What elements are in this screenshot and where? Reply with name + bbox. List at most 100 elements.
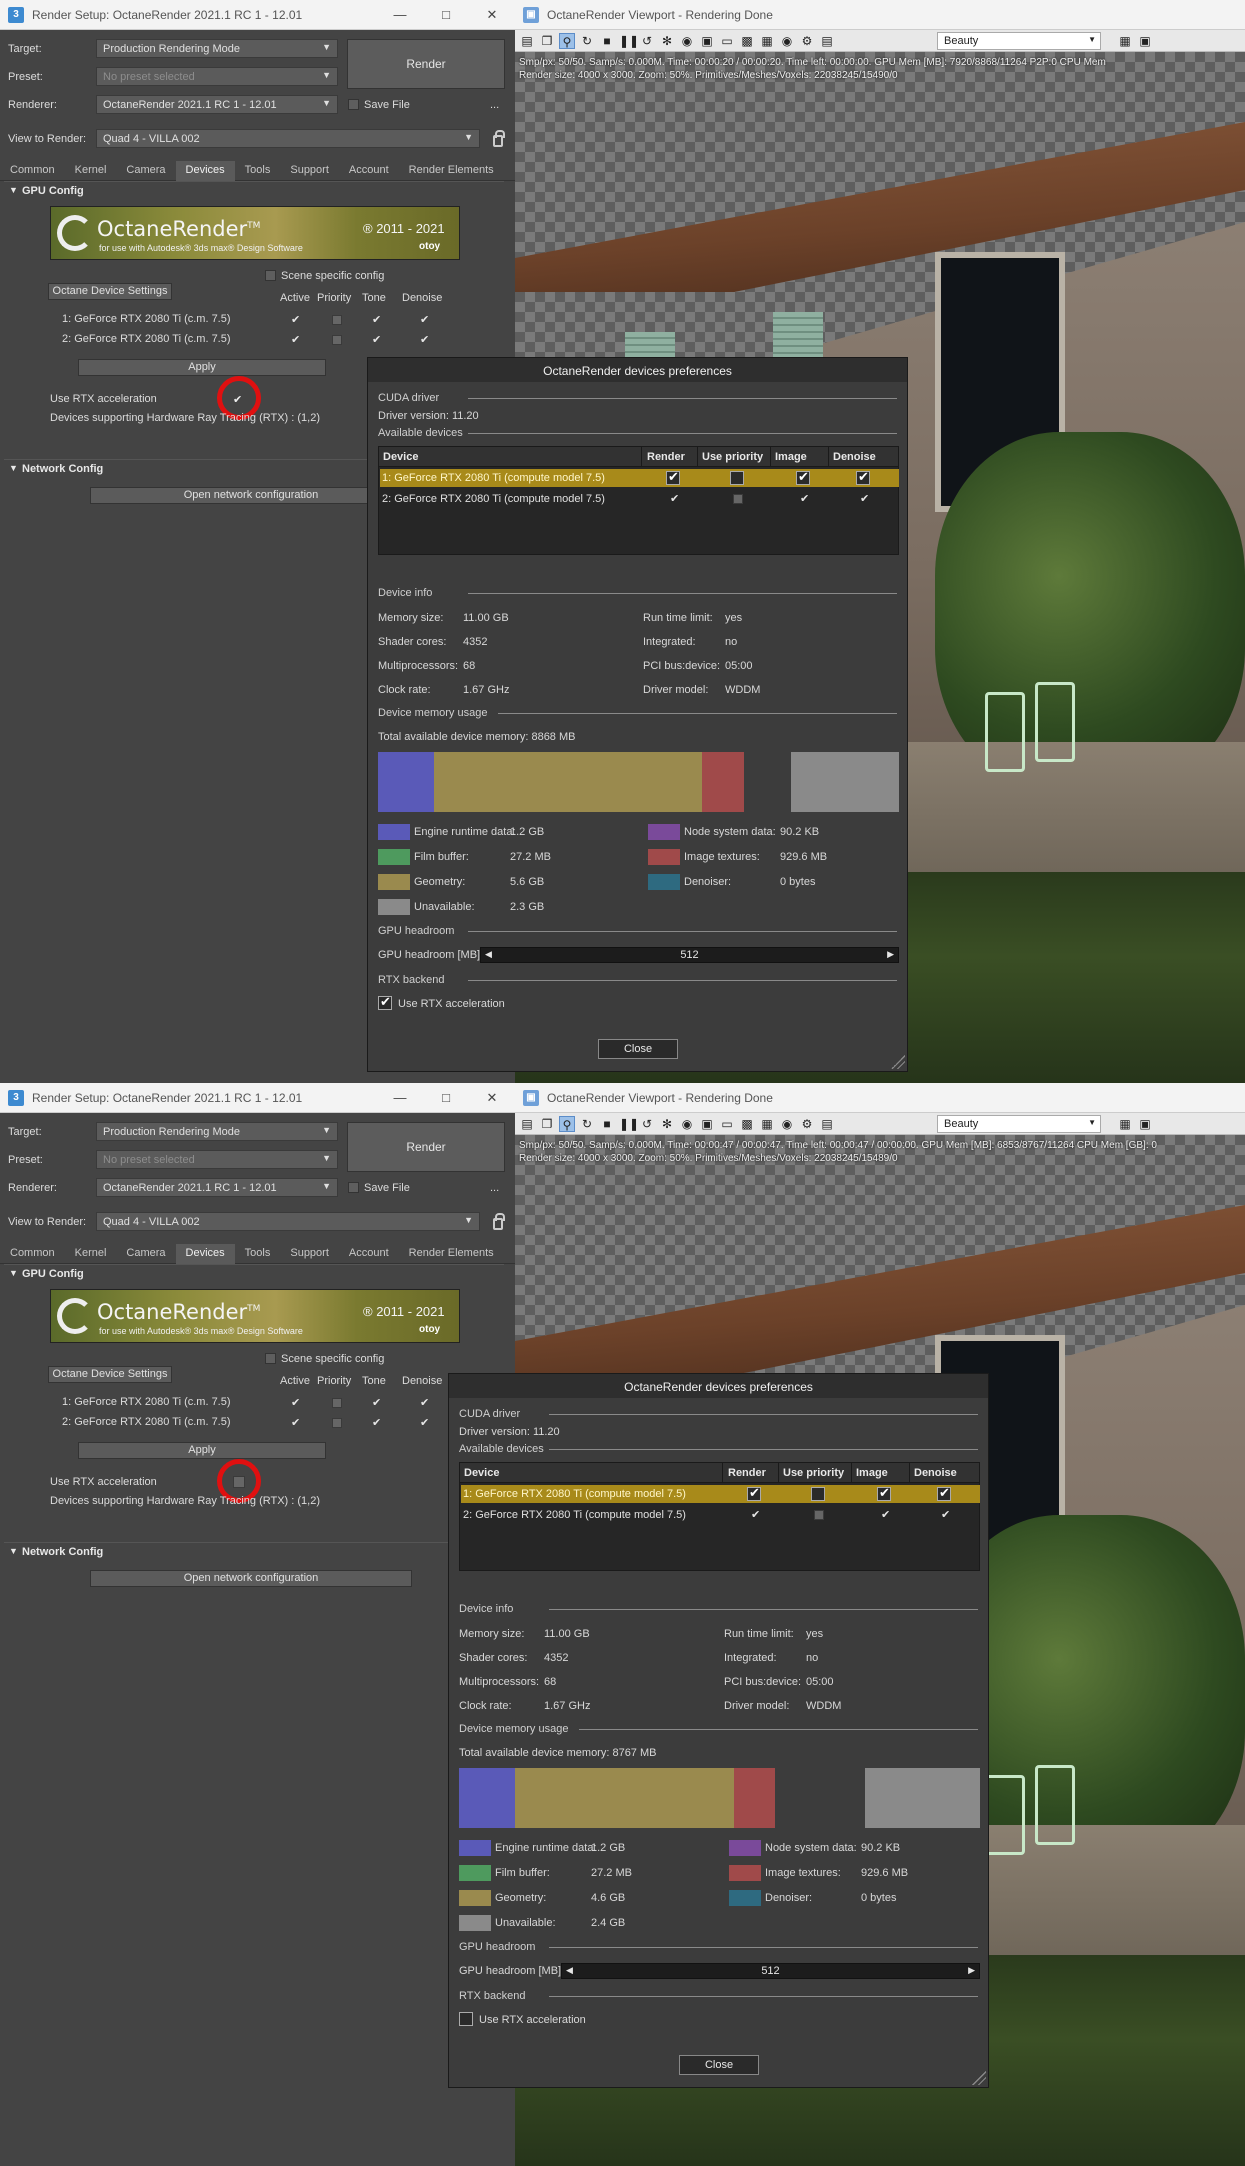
device-1-active-checkbox[interactable]: ✔ [291,1396,300,1409]
render-pass-dropdown[interactable]: Beauty ▼ [937,1115,1101,1133]
tab-kernel[interactable]: Kernel [65,161,117,181]
device-2-priority-checkbox[interactable] [332,335,342,345]
preset-dropdown[interactable]: No preset selected ▼ [96,1150,338,1169]
tab-render-elements[interactable]: Render Elements [399,161,504,181]
device-2-active-checkbox[interactable]: ✔ [291,333,300,346]
focus-icon[interactable]: ✻ [659,33,675,49]
device-row-selected[interactable]: 1: GeForce RTX 2080 Ti (compute model 7.… [461,1485,980,1503]
octane-device-settings-button[interactable]: Octane Device Settings [48,1366,172,1383]
tab-devices[interactable]: Devices [175,1244,235,1264]
renderer-dropdown[interactable]: OctaneRender 2021.1 RC 1 - 12.01 ▼ [96,95,338,114]
device-2-priority-checkbox[interactable] [733,494,743,504]
stop-icon[interactable]: ■ [599,33,615,49]
left-arrow-icon[interactable]: ◀ [566,1965,573,1976]
renderer-dropdown[interactable]: OctaneRender 2021.1 RC 1 - 12.01 ▼ [96,1178,338,1197]
zoom-icon[interactable]: ⚲ [559,33,575,49]
minimize-icon[interactable]: — [377,1090,423,1105]
grid-icon[interactable]: ▦ [759,33,775,49]
apply-button[interactable]: Apply [78,359,326,376]
dialog-use-rtx-checkbox[interactable] [378,994,392,1010]
device-2-denoise-checkbox[interactable]: ✔ [941,1508,950,1521]
device-2-render-checkbox[interactable]: ✔ [751,1508,760,1521]
device-1-denoise-checkbox[interactable]: ✔ [420,1396,429,1409]
device-1-priority-checkbox[interactable] [332,1398,342,1408]
save-icon[interactable]: ▤ [519,1116,535,1132]
tab-account[interactable]: Account [339,1244,399,1264]
gpu-headroom-slider[interactable]: ◀ 512 ▶ [480,947,899,963]
stop-icon[interactable]: ■ [599,1116,615,1132]
target-dropdown[interactable]: Production Rendering Mode ▼ [96,1122,338,1141]
device-1-denoise-checkbox[interactable] [856,469,870,485]
left-arrow-icon[interactable]: ◀ [485,949,492,960]
tab-tools[interactable]: Tools [235,1244,281,1264]
settings-icon[interactable]: ⚙ [799,33,815,49]
layers-icon[interactable]: ▦ [1117,33,1133,49]
open-network-configuration-button[interactable]: Open network configuration [90,1570,412,1587]
device-1-image-checkbox[interactable] [877,1485,891,1501]
lock-view-icon[interactable]: ▩ [739,1116,755,1132]
tab-camera[interactable]: Camera [116,1244,175,1264]
zoom-icon[interactable]: ⚲ [559,1116,575,1132]
tab-common[interactable]: Common [0,161,65,181]
tab-kernel[interactable]: Kernel [65,1244,117,1264]
device-2-priority-checkbox[interactable] [814,1510,824,1520]
tab-render-elements[interactable]: Render Elements [399,1244,504,1264]
octane-device-settings-button[interactable]: Octane Device Settings [48,283,172,300]
device-2-tone-checkbox[interactable]: ✔ [372,333,381,346]
save-file-checkbox[interactable] [348,99,359,110]
color-picker-icon[interactable]: ◉ [679,1116,695,1132]
restart-icon[interactable]: ↻ [579,1116,595,1132]
tab-devices[interactable]: Devices [175,161,235,181]
close-button[interactable]: Close [679,2055,759,2075]
resize-grip-icon[interactable] [972,2071,986,2085]
device-row[interactable]: 2: GeForce RTX 2080 Ti (compute model 7.… [461,1506,980,1524]
gpu-config-rollout[interactable]: ▼ GPU Config [4,1264,504,1282]
gpu-config-rollout[interactable]: ▼ GPU Config [4,181,504,199]
maximize-icon[interactable]: □ [423,7,469,22]
tab-support[interactable]: Support [280,161,339,181]
lock-view-icon[interactable]: ▩ [739,33,755,49]
close-icon[interactable]: ✕ [469,7,515,23]
device-2-render-checkbox[interactable]: ✔ [670,492,679,505]
tab-tools[interactable]: Tools [235,161,281,181]
right-arrow-icon[interactable]: ▶ [887,949,894,960]
grid-icon[interactable]: ▦ [759,1116,775,1132]
dialog-use-rtx-checkbox[interactable] [459,2012,473,2026]
device-row-selected[interactable]: 1: GeForce RTX 2080 Ti (compute model 7.… [380,469,899,487]
fit-icon[interactable]: ▣ [1137,33,1153,49]
open-network-configuration-button[interactable]: Open network configuration [90,487,412,504]
resize-grip-icon[interactable] [891,1055,905,1069]
camera-icon[interactable]: ◉ [779,33,795,49]
refresh-icon[interactable]: ↺ [639,1116,655,1132]
device-2-active-checkbox[interactable]: ✔ [291,1416,300,1429]
device-2-denoise-checkbox[interactable]: ✔ [420,333,429,346]
right-arrow-icon[interactable]: ▶ [968,1965,975,1976]
preset-dropdown[interactable]: No preset selected ▼ [96,67,338,86]
device-row[interactable]: 2: GeForce RTX 2080 Ti (compute model 7.… [380,490,899,508]
close-button[interactable]: Close [598,1039,678,1059]
render-button[interactable]: Render [347,39,505,89]
scene-specific-checkbox[interactable] [265,1353,276,1364]
copy-icon[interactable]: ❐ [539,33,555,49]
device-2-tone-checkbox[interactable]: ✔ [372,1416,381,1429]
channels-icon[interactable]: ▤ [819,33,835,49]
gpu-headroom-slider[interactable]: ◀ 512 ▶ [561,1963,980,1979]
view-to-render-dropdown[interactable]: Quad 4 - VILLA 002 ▼ [96,129,480,148]
more-button[interactable]: ... [490,99,499,111]
device-1-render-checkbox[interactable] [747,1485,761,1501]
settings-icon[interactable]: ⚙ [799,1116,815,1132]
device-1-render-checkbox[interactable] [666,469,680,485]
device-1-image-checkbox[interactable] [796,469,810,485]
color-picker-icon[interactable]: ◉ [679,33,695,49]
layers-icon[interactable]: ▦ [1117,1116,1133,1132]
render-pass-dropdown[interactable]: Beauty ▼ [937,32,1101,50]
restart-icon[interactable]: ↻ [579,33,595,49]
device-1-denoise-checkbox[interactable] [937,1485,951,1501]
device-1-denoise-checkbox[interactable]: ✔ [420,313,429,326]
lock-icon[interactable] [493,1213,505,1230]
copy-icon[interactable]: ❐ [539,1116,555,1132]
channels-icon[interactable]: ▤ [819,1116,835,1132]
tab-account[interactable]: Account [339,161,399,181]
device-2-image-checkbox[interactable]: ✔ [881,1508,890,1521]
display-icon[interactable]: ▭ [719,1116,735,1132]
